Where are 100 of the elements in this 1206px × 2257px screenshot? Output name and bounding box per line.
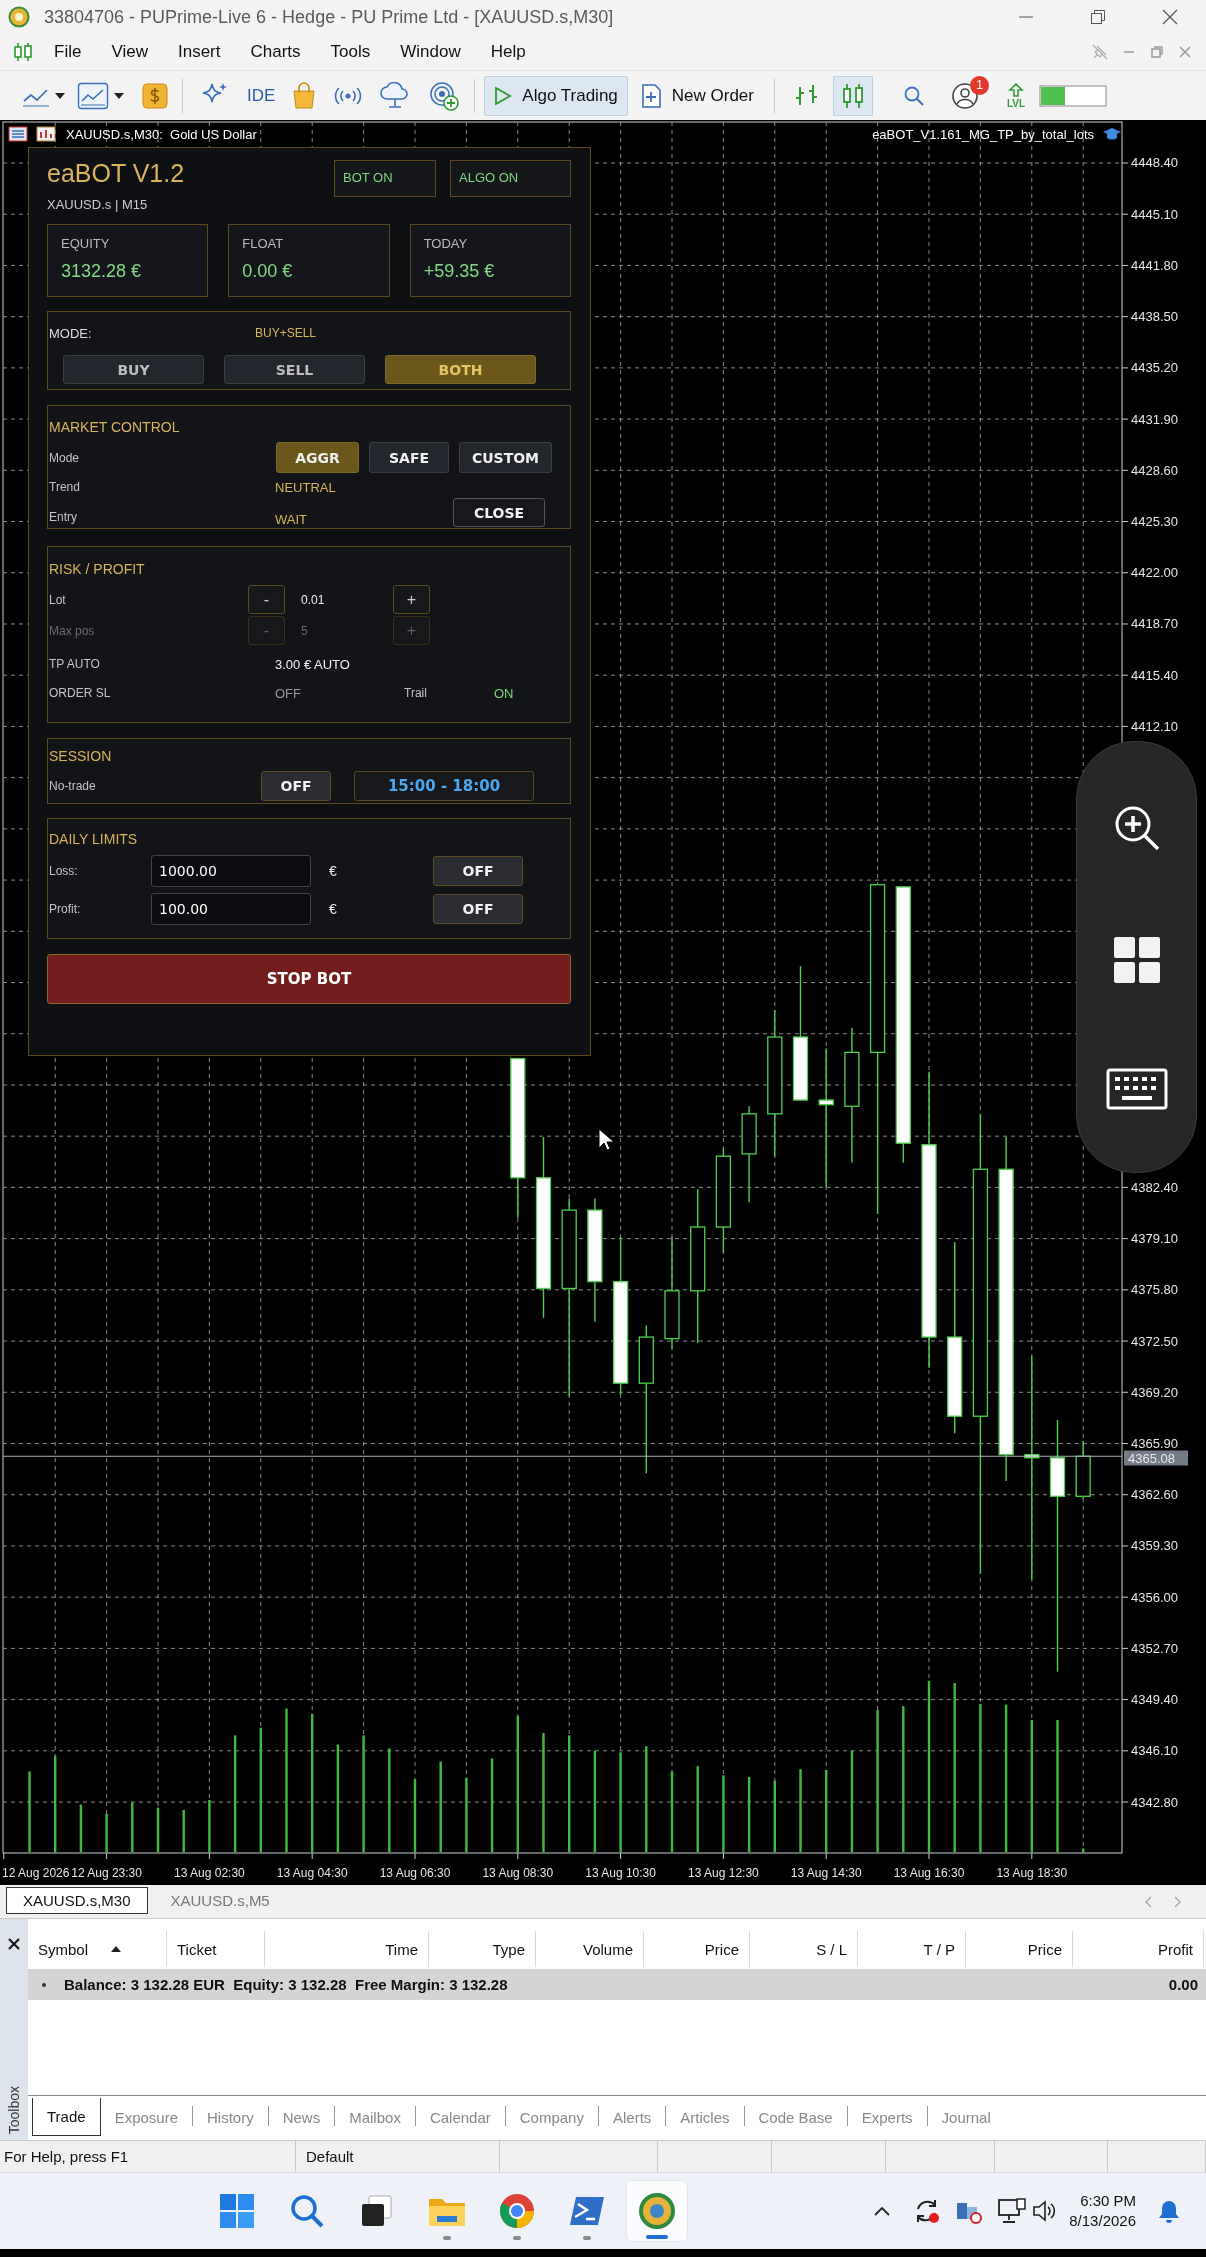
chart-type-button[interactable] [833, 75, 873, 116]
network-icon[interactable] [997, 2197, 1028, 2225]
close-icon[interactable] [7, 1937, 21, 1951]
mode-option-button[interactable]: SELL [224, 355, 365, 384]
chart-tab[interactable]: XAUUSD.s,M5 [153, 1887, 287, 1914]
new-order-button[interactable]: New Order [629, 75, 764, 116]
speaker-icon[interactable] [1031, 2198, 1058, 2224]
chevron-up-icon[interactable] [873, 2205, 892, 2217]
column-header[interactable]: Price [644, 1931, 750, 1967]
time-label: 13 Aug 02:30 [174, 1866, 245, 1880]
window-grid-icon[interactable] [1113, 937, 1160, 983]
stat-label: EQUITY [61, 236, 111, 251]
close-button[interactable]: CLOSE [453, 498, 545, 527]
time-label: 13 Aug 10:30 [585, 1866, 656, 1880]
list-icon[interactable] [8, 126, 28, 142]
section-title: SESSION [49, 747, 113, 766]
column-header[interactable]: S / L [750, 1931, 858, 1967]
panel-tab[interactable]: Company [505, 2098, 598, 2136]
price-label: 4379.10 [1131, 1231, 1178, 1247]
field-label: Loss: [49, 864, 79, 878]
play-icon [494, 85, 513, 106]
increment-button[interactable]: + [393, 585, 430, 614]
toggle-button[interactable]: OFF [433, 894, 523, 924]
menu-item[interactable]: View [111, 42, 148, 62]
clock-time[interactable]: 6:30 PM [1069, 2191, 1136, 2211]
panel-tab[interactable]: Journal [927, 2098, 1005, 2136]
search-icon [289, 2193, 325, 2229]
algo-trading-button[interactable]: Algo Trading [484, 75, 628, 116]
column-header[interactable]: T / P [858, 1931, 966, 1967]
column-header[interactable]: Type [429, 1931, 536, 1967]
menu-item[interactable]: Window [400, 42, 461, 62]
column-header[interactable]: Time [265, 1931, 429, 1967]
column-header[interactable]: Profit [1073, 1931, 1204, 1967]
market-mode-button[interactable]: CUSTOM [459, 442, 552, 473]
toggle-button[interactable]: OFF [261, 771, 331, 801]
mode-option-button[interactable]: BUY [63, 355, 204, 384]
price-label: 4448.40 [1131, 155, 1178, 171]
column-header[interactable]: Symbol [28, 1931, 167, 1967]
price-label: 4349.40 [1131, 1692, 1178, 1708]
market-mode-button[interactable]: AGGR [276, 442, 359, 473]
panel-tab[interactable]: News [268, 2098, 335, 2136]
price-label: 4356.00 [1131, 1589, 1178, 1605]
panel-tab[interactable]: Experts [847, 2098, 927, 2136]
amount-field[interactable]: 1000.00 [151, 855, 311, 887]
panel-tab[interactable]: Mailbox [335, 2098, 415, 2136]
decrement-button[interactable]: - [248, 585, 285, 614]
menu-item[interactable]: Charts [250, 42, 301, 62]
trend-value: NEUTRAL [275, 479, 336, 495]
stat-label: TODAY [423, 236, 469, 251]
current-price-tag: 4365.08 [1124, 1450, 1188, 1466]
stat-value: 3132.28 € [61, 261, 143, 282]
panel-tab[interactable]: Code Base [744, 2098, 847, 2136]
clock-date[interactable]: 8/13/2026 [1069, 2211, 1136, 2231]
chart-tab[interactable]: XAUUSD.s,M30 [6, 1887, 148, 1914]
sort-arrow-icon [110, 1945, 123, 1953]
keyboard-icon[interactable] [1105, 1067, 1168, 1110]
panel-tab[interactable]: History [193, 2098, 268, 2136]
column-header[interactable]: Volume [536, 1931, 644, 1967]
notification-bell-icon[interactable] [1158, 2199, 1180, 2223]
browser-icon [499, 2193, 535, 2229]
target-add-icon[interactable] [428, 79, 461, 112]
panel-tab[interactable]: Calendar [415, 2098, 505, 2136]
menu-item[interactable]: Tools [330, 42, 371, 62]
caret-icon[interactable] [114, 91, 124, 100]
toggle-button[interactable]: OFF [433, 856, 523, 886]
stat-value: +59.35 € [423, 261, 496, 282]
restore-icon[interactable] [1090, 9, 1106, 25]
stat-value: 0.00 € [242, 261, 294, 282]
status-indicator: BOT ON [334, 160, 436, 197]
column-header[interactable]: Price [966, 1931, 1073, 1967]
caret-icon[interactable] [55, 91, 65, 100]
panel-tab[interactable]: Alerts [598, 2098, 666, 2136]
chart-template-icon[interactable] [77, 81, 109, 110]
dollar-icon[interactable] [142, 82, 168, 109]
price-label: 4352.70 [1131, 1640, 1178, 1656]
menu-item[interactable]: Help [490, 42, 526, 62]
symbol-label: XAUUSD.s | M15 [47, 197, 149, 213]
time-range-field[interactable]: 15:00 - 18:00 [354, 771, 534, 801]
time-label: 13 Aug 16:30 [893, 1866, 965, 1880]
stepper-value: 0.01 [300, 592, 326, 607]
menu-item[interactable]: File [54, 42, 82, 62]
shopping-bag-icon[interactable] [291, 81, 318, 110]
panel-tab[interactable]: Trade [32, 2098, 101, 2136]
time-label: 13 Aug 12:30 [688, 1866, 759, 1880]
chart-window-icon[interactable] [36, 126, 56, 142]
price-label: 4369.20 [1131, 1384, 1178, 1400]
column-header[interactable]: Ticket [167, 1931, 265, 1967]
market-mode-button[interactable]: SAFE [369, 442, 449, 473]
field-label: No-trade [49, 779, 97, 793]
panel-tab[interactable]: Exposure [100, 2098, 192, 2136]
amount-field[interactable]: 100.00 [151, 893, 311, 925]
search-icon[interactable] [903, 84, 925, 107]
menu-item[interactable]: Insert [177, 42, 221, 62]
stop-bot-button[interactable]: STOP BOT [47, 954, 571, 1004]
mode-option-button[interactable]: BOTH [385, 355, 536, 384]
panel-tab[interactable]: Articles [666, 2098, 744, 2136]
ide-button[interactable]: IDE [247, 85, 276, 106]
window-title: 33804706 - PUPrime-Live 6 - Hedge - PU Prime Ltd - [XAUUSD.s,M30] [44, 6, 614, 28]
close-icon[interactable] [1162, 9, 1178, 25]
time-label: 13 Aug 04:30 [276, 1866, 348, 1880]
